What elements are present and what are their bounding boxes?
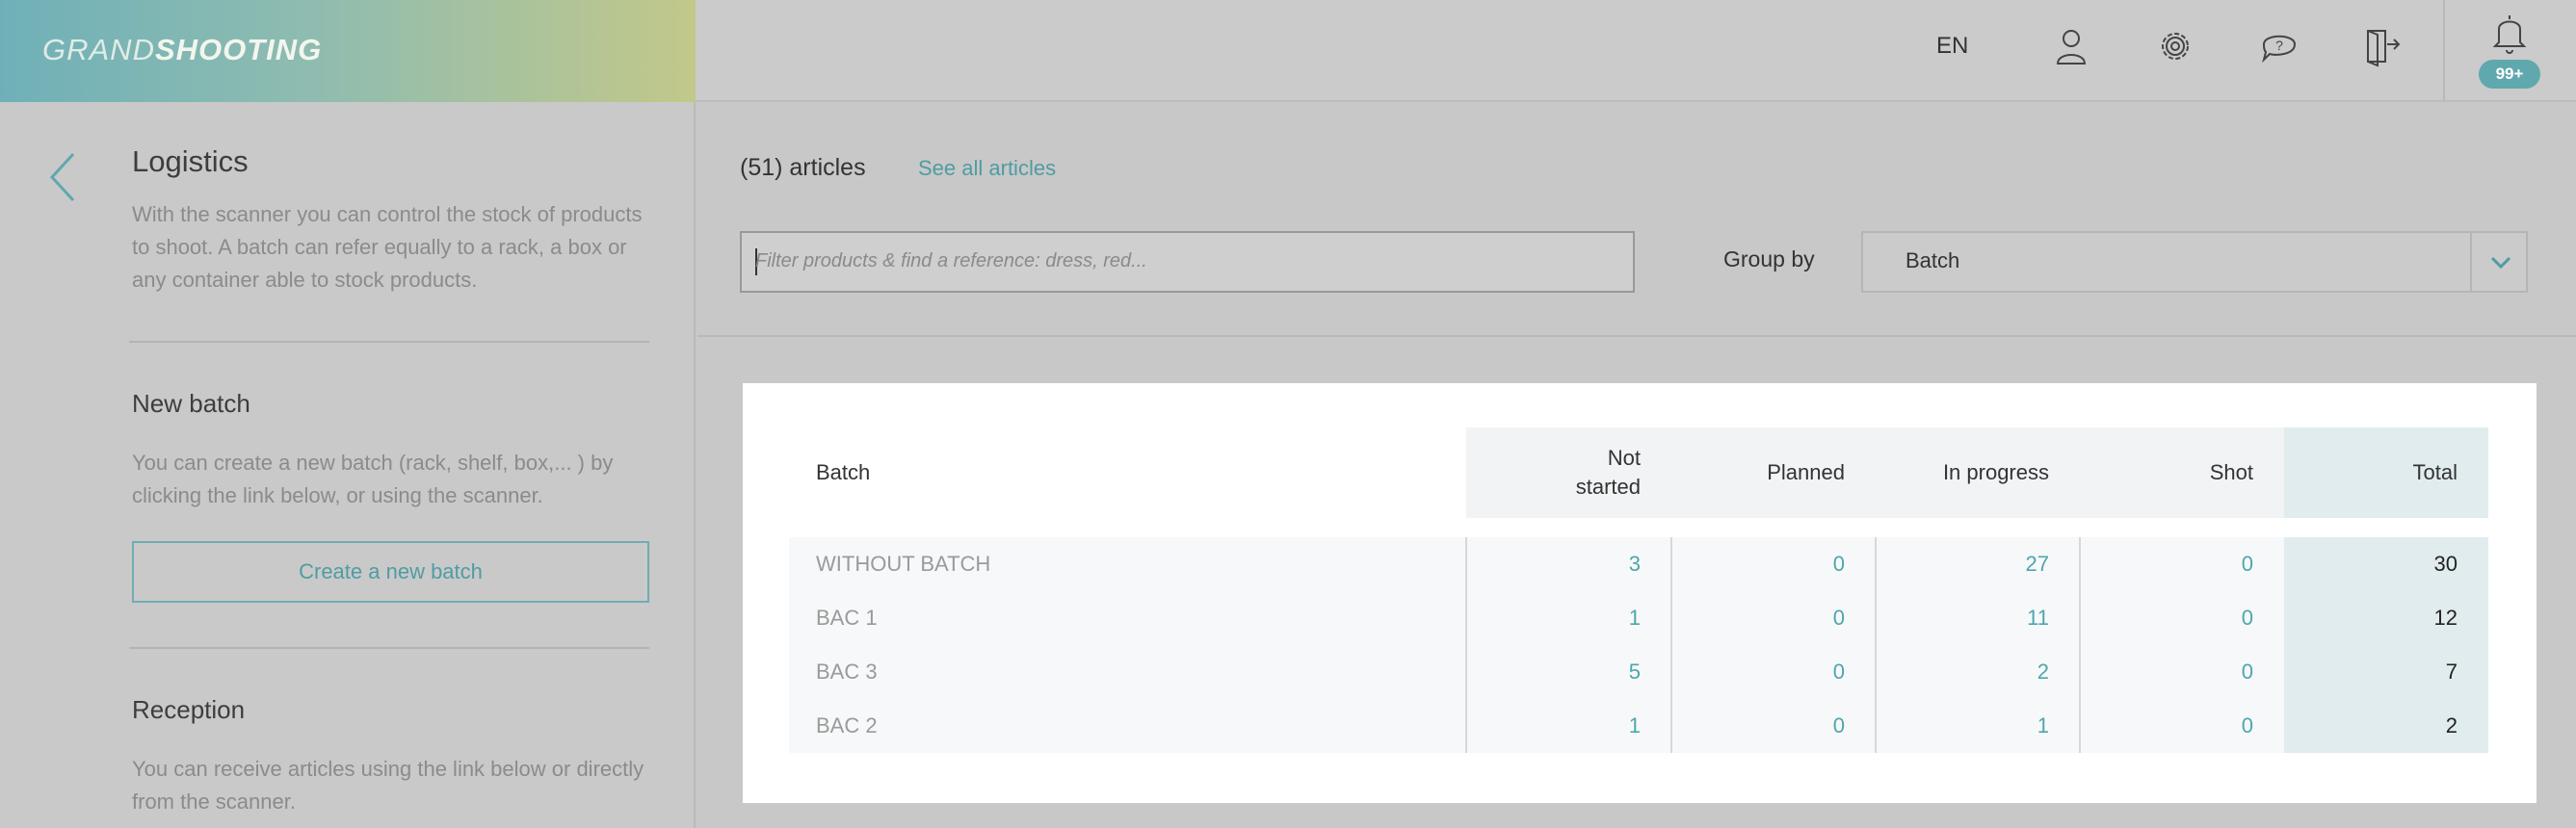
cell-in-progress[interactable]: 2 xyxy=(1876,645,2080,699)
cell-not-started[interactable]: 1 xyxy=(1466,699,1671,753)
sidebar-divider xyxy=(129,341,649,343)
reception-heading: Reception xyxy=(132,695,246,724)
cell-batch: BAC 2 xyxy=(816,713,878,737)
cell-total: 30 xyxy=(2433,552,2458,576)
svg-text:?: ? xyxy=(2275,38,2283,53)
column-header-batch[interactable]: Batch xyxy=(816,427,1490,518)
help-icon[interactable]: ? xyxy=(2258,25,2300,67)
chevron-down-icon[interactable] xyxy=(2487,250,2514,273)
column-header-planned[interactable]: Planned xyxy=(1671,427,1876,518)
cell-total: 12 xyxy=(2433,606,2458,630)
select-divider xyxy=(2470,233,2472,291)
group-by-select[interactable]: Batch xyxy=(1861,231,2528,293)
cell-in-progress[interactable]: 11 xyxy=(1876,591,2080,645)
cell-in-progress[interactable]: 1 xyxy=(1876,699,2080,753)
articles-count: (51) articles xyxy=(740,154,866,181)
logo-text-light: GRAND xyxy=(42,33,155,66)
cell-shot[interactable]: 0 xyxy=(2080,645,2284,699)
cell-total: 7 xyxy=(2445,660,2458,684)
language-selector[interactable]: EN xyxy=(1936,33,1968,60)
see-all-articles-link[interactable]: See all articles xyxy=(918,156,1056,181)
group-by-label: Group by xyxy=(1723,246,1815,272)
table-header: Batch Not started Planned In progress Sh… xyxy=(789,427,2488,518)
sidebar-divider xyxy=(129,647,649,649)
reception-text: You can receive articles using the link … xyxy=(132,757,644,814)
column-header-in-progress[interactable]: In progress xyxy=(1876,427,2080,518)
new-batch-text: You can create a new batch (rack, shelf,… xyxy=(132,451,614,507)
page-description: With the scanner you can control the sto… xyxy=(132,202,643,292)
cell-planned[interactable]: 0 xyxy=(1671,537,1876,591)
cell-shot[interactable]: 0 xyxy=(2080,537,2284,591)
column-header-shot[interactable]: Shot xyxy=(2080,427,2284,518)
filter-input[interactable]: Filter products & find a reference: dres… xyxy=(740,231,1635,293)
cell-in-progress[interactable]: 27 xyxy=(1876,537,2080,591)
table-row[interactable]: BAC 3 5 0 2 0 7 xyxy=(789,645,2488,699)
new-batch-heading: New batch xyxy=(132,389,250,418)
logo-area[interactable]: GRANDSHOOTING xyxy=(0,0,696,102)
cell-batch: BAC 1 xyxy=(816,606,878,630)
column-header-total[interactable]: Total xyxy=(2284,427,2488,518)
settings-icon[interactable] xyxy=(2154,25,2196,67)
cell-not-started[interactable]: 5 xyxy=(1466,645,1671,699)
cell-total: 2 xyxy=(2445,713,2458,737)
top-header: GRANDSHOOTING EN ? 99+ xyxy=(0,0,2576,102)
cell-not-started[interactable]: 3 xyxy=(1466,537,1671,591)
table-body: WITHOUT BATCH 3 0 27 0 30 BAC 1 1 0 11 0… xyxy=(789,537,2488,753)
bell-icon[interactable] xyxy=(2487,8,2532,56)
notification-badge[interactable]: 99+ xyxy=(2479,60,2540,89)
back-arrow-icon[interactable] xyxy=(42,148,81,206)
cell-planned[interactable]: 0 xyxy=(1671,591,1876,645)
cell-batch: WITHOUT BATCH xyxy=(816,552,991,576)
filter-placeholder: Filter products & find a reference: dres… xyxy=(755,250,1147,272)
column-header-not-started[interactable]: Not started xyxy=(1466,427,1671,518)
cell-shot[interactable]: 0 xyxy=(2080,699,2284,753)
cell-planned[interactable]: 0 xyxy=(1671,699,1876,753)
group-by-value: Batch xyxy=(1906,248,1960,272)
table-row[interactable]: WITHOUT BATCH 3 0 27 0 30 xyxy=(789,537,2488,591)
sidebar: Logistics With the scanner you can contr… xyxy=(0,102,696,828)
page-title: Logistics xyxy=(132,144,249,178)
header-divider xyxy=(2443,0,2445,102)
column-header-not-started-line2: started xyxy=(1575,475,1641,499)
batch-table-card: Batch Not started Planned In progress Sh… xyxy=(743,383,2537,803)
app-logo: GRANDSHOOTING xyxy=(42,33,322,67)
user-icon[interactable] xyxy=(2050,25,2092,67)
cell-not-started[interactable]: 1 xyxy=(1466,591,1671,645)
toolbar-divider xyxy=(697,335,2576,337)
logo-text-bold: SHOOTING xyxy=(154,33,323,66)
cell-shot[interactable]: 0 xyxy=(2080,591,2284,645)
table-row[interactable]: BAC 2 1 0 1 0 2 xyxy=(789,699,2488,753)
cell-batch: BAC 3 xyxy=(816,660,878,684)
create-batch-button[interactable]: Create a new batch xyxy=(132,541,649,603)
cell-planned[interactable]: 0 xyxy=(1671,645,1876,699)
logout-icon[interactable] xyxy=(2362,25,2405,67)
table-row[interactable]: BAC 1 1 0 11 0 12 xyxy=(789,591,2488,645)
column-header-not-started-line1: Not xyxy=(1607,446,1641,470)
